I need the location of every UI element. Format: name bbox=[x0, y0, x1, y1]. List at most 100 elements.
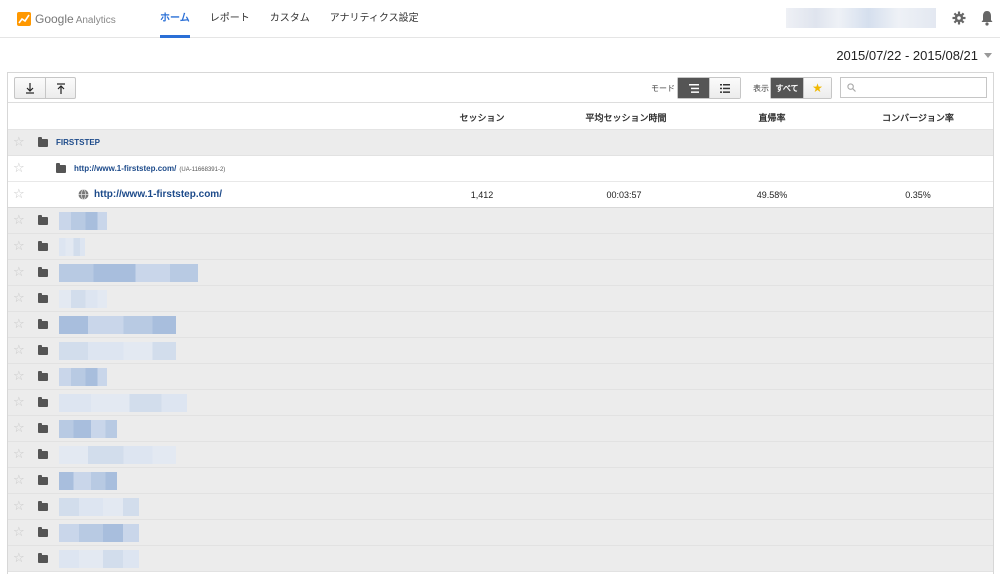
globe-icon bbox=[78, 189, 89, 200]
view-row[interactable]: ☆ http://www.1-firststep.com/ 1,412 00:0… bbox=[8, 182, 993, 208]
blurred-account-name[interactable] bbox=[59, 498, 139, 516]
star-icon[interactable]: ☆ bbox=[13, 213, 25, 227]
expand-all-button[interactable] bbox=[15, 78, 45, 98]
folder-icon bbox=[38, 475, 48, 485]
bell-icon[interactable] bbox=[980, 10, 994, 26]
nav-home[interactable]: ホーム bbox=[160, 0, 190, 38]
hidden-account-row[interactable]: ☆ bbox=[8, 390, 993, 416]
collapse-all-button[interactable] bbox=[45, 78, 75, 98]
hidden-account-row[interactable]: ☆ bbox=[8, 286, 993, 312]
star-icon: ★ bbox=[812, 81, 823, 95]
main-nav: ホーム レポート カスタム アナリティクス設定 bbox=[160, 0, 439, 38]
star-icon[interactable]: ☆ bbox=[13, 343, 25, 357]
hidden-account-row[interactable]: ☆ bbox=[8, 520, 993, 546]
blurred-account-name[interactable] bbox=[59, 212, 107, 230]
show-all-button[interactable]: すべて bbox=[771, 78, 803, 98]
hidden-accounts-list: ☆ ☆ ☆ ☆ ☆ ☆ ☆ ☆ ☆ ☆ ☆ ☆ ☆ ☆ bbox=[8, 208, 993, 572]
star-icon[interactable]: ☆ bbox=[13, 447, 25, 461]
star-icon[interactable]: ☆ bbox=[13, 317, 25, 331]
folder-icon bbox=[38, 267, 48, 277]
folder-icon bbox=[38, 215, 48, 225]
blurred-account-name[interactable] bbox=[59, 446, 176, 464]
chevron-down-icon bbox=[984, 53, 992, 58]
date-range-selector[interactable]: 2015/07/22 - 2015/08/21 bbox=[836, 48, 992, 63]
star-icon[interactable]: ☆ bbox=[13, 265, 25, 279]
folder-open-icon bbox=[38, 137, 48, 147]
analytics-logo-icon bbox=[17, 12, 31, 26]
hidden-account-row[interactable]: ☆ bbox=[8, 468, 993, 494]
blurred-account-name[interactable] bbox=[59, 342, 176, 360]
hidden-account-row[interactable]: ☆ bbox=[8, 494, 993, 520]
nav-custom[interactable]: カスタム bbox=[270, 0, 310, 38]
mode-label: モード bbox=[651, 84, 675, 93]
blurred-account-name[interactable] bbox=[59, 394, 187, 412]
nav-admin[interactable]: アナリティクス設定 bbox=[330, 0, 419, 38]
date-range-text: 2015/07/22 - 2015/08/21 bbox=[836, 48, 978, 63]
star-icon[interactable]: ☆ bbox=[13, 395, 25, 409]
star-icon[interactable]: ☆ bbox=[13, 161, 25, 175]
folder-icon bbox=[38, 397, 48, 407]
hidden-account-row[interactable]: ☆ bbox=[8, 364, 993, 390]
blurred-account-name[interactable] bbox=[59, 524, 139, 542]
sessions-value: 1,412 bbox=[470, 190, 494, 200]
folder-icon bbox=[38, 345, 48, 355]
star-icon[interactable]: ☆ bbox=[13, 421, 25, 435]
account-explorer-panel: モード 表示 すべて ★ セッション 平均セッション時間 直帰率 コンバージョン… bbox=[7, 72, 994, 574]
property-row[interactable]: ☆ http://www.1-firststep.com/(UA-1166839… bbox=[8, 156, 993, 182]
column-avg-session-duration[interactable]: 平均セッション時間 bbox=[576, 111, 676, 124]
hidden-account-row[interactable]: ☆ bbox=[8, 416, 993, 442]
star-icon[interactable]: ☆ bbox=[13, 369, 25, 383]
expand-collapse-group bbox=[14, 77, 76, 99]
show-starred-button[interactable]: ★ bbox=[803, 78, 831, 98]
tree-mode-button[interactable] bbox=[678, 78, 709, 98]
expand-icon bbox=[26, 82, 34, 94]
column-sessions[interactable]: セッション bbox=[442, 111, 522, 124]
avg-session-value: 00:03:57 bbox=[606, 190, 642, 200]
star-icon[interactable]: ☆ bbox=[13, 291, 25, 305]
list-mode-button[interactable] bbox=[709, 78, 740, 98]
hidden-account-row[interactable]: ☆ bbox=[8, 442, 993, 468]
property-id: (UA-11668391-2) bbox=[179, 167, 226, 173]
star-icon[interactable]: ☆ bbox=[13, 473, 25, 487]
blurred-account-name[interactable] bbox=[59, 316, 176, 334]
account-name[interactable]: FIRSTSTEP bbox=[56, 138, 100, 147]
hidden-account-row[interactable]: ☆ bbox=[8, 546, 993, 572]
gear-icon[interactable] bbox=[952, 11, 966, 25]
blurred-account-name[interactable] bbox=[59, 472, 117, 490]
account-row[interactable]: ☆ FIRSTSTEP bbox=[8, 130, 993, 156]
folder-icon bbox=[38, 371, 48, 381]
property-name[interactable]: http://www.1-firststep.com/(UA-11668391-… bbox=[74, 164, 225, 173]
nav-reports[interactable]: レポート bbox=[210, 0, 250, 38]
google-analytics-logo[interactable]: Google Analytics bbox=[17, 11, 116, 27]
folder-icon bbox=[38, 449, 48, 459]
column-conversion-rate[interactable]: コンバージョン率 bbox=[868, 111, 968, 124]
collapse-icon bbox=[56, 82, 65, 94]
view-name[interactable]: http://www.1-firststep.com/ bbox=[94, 189, 222, 200]
search-icon bbox=[847, 83, 856, 92]
blurred-account-name[interactable] bbox=[59, 264, 198, 282]
bounce-rate-value: 49.58% bbox=[756, 190, 788, 200]
blurred-account-name[interactable] bbox=[59, 238, 85, 256]
hidden-account-row[interactable]: ☆ bbox=[8, 260, 993, 286]
blurred-account-name[interactable] bbox=[59, 368, 107, 386]
star-icon[interactable]: ☆ bbox=[13, 499, 25, 513]
folder-icon bbox=[38, 527, 48, 537]
hidden-account-row[interactable]: ☆ bbox=[8, 208, 993, 234]
folder-icon bbox=[38, 553, 48, 563]
hidden-account-row[interactable]: ☆ bbox=[8, 338, 993, 364]
folder-icon bbox=[38, 423, 48, 433]
blurred-account-name[interactable] bbox=[59, 550, 139, 568]
star-icon[interactable]: ☆ bbox=[13, 135, 25, 149]
blurred-account-name[interactable] bbox=[59, 290, 107, 308]
blurred-account-name[interactable] bbox=[59, 420, 117, 438]
star-icon[interactable]: ☆ bbox=[13, 187, 25, 201]
hidden-account-row[interactable]: ☆ bbox=[8, 312, 993, 338]
account-selector-blurred[interactable] bbox=[786, 8, 936, 28]
search-input[interactable] bbox=[840, 77, 987, 98]
star-icon[interactable]: ☆ bbox=[13, 551, 25, 565]
star-icon[interactable]: ☆ bbox=[13, 239, 25, 253]
star-icon[interactable]: ☆ bbox=[13, 525, 25, 539]
column-bounce-rate[interactable]: 直帰率 bbox=[732, 111, 812, 124]
hidden-account-row[interactable]: ☆ bbox=[8, 234, 993, 260]
folder-icon bbox=[38, 501, 48, 511]
